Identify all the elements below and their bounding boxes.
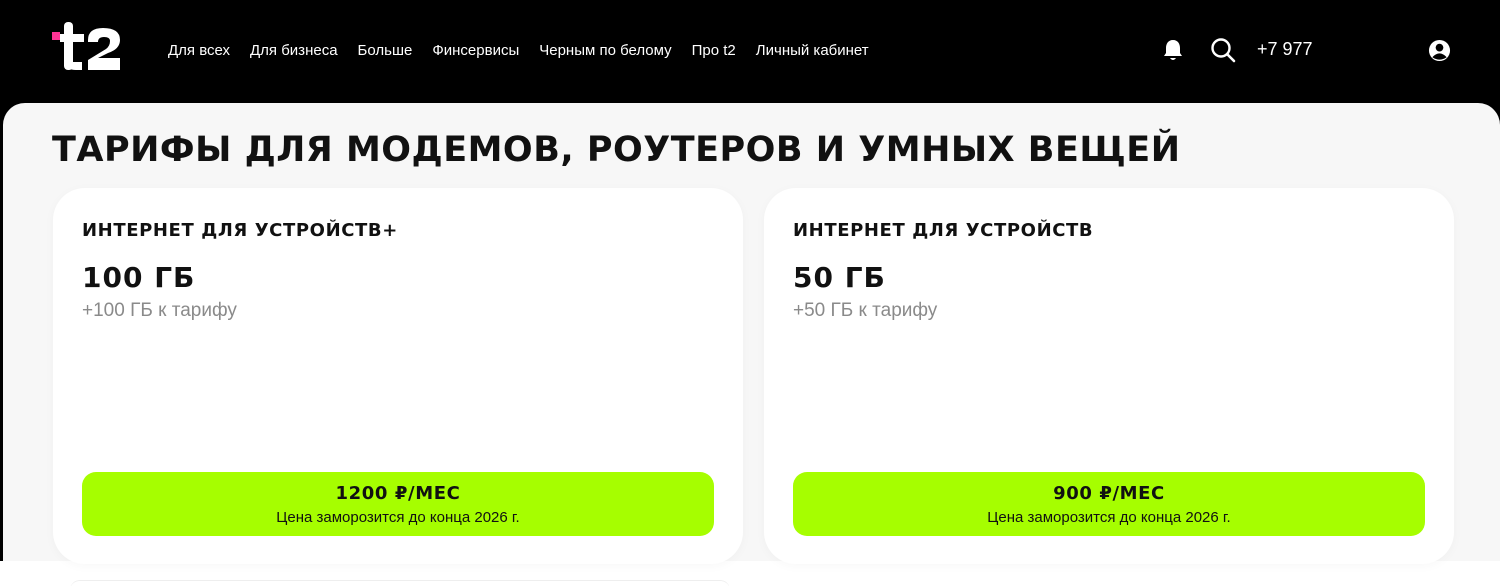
site-header: Для всех Для бизнеса Больше Финсервисы Ч…: [0, 0, 1500, 103]
bell-icon[interactable]: [1162, 38, 1184, 62]
nav-item-more[interactable]: Больше: [358, 42, 413, 59]
tariff-price: 900 ₽/МЕС: [1053, 483, 1165, 504]
nav-item-for-all[interactable]: Для всех: [168, 42, 230, 59]
tariff-subtitle: +100 ГБ к тарифу: [82, 300, 237, 321]
price-note: Цена заморозится до конца 2026 г.: [987, 509, 1231, 526]
main-nav: Для всех Для бизнеса Больше Финсервисы Ч…: [168, 40, 889, 60]
nav-item-black-on-white[interactable]: Черным по белому: [539, 42, 671, 59]
price-note: Цена заморозится до конца 2026 г.: [276, 509, 520, 526]
nav-item-business[interactable]: Для бизнеса: [250, 42, 338, 59]
tariff-volume: 100 ГБ: [82, 261, 196, 294]
phone-number[interactable]: +7 977: [1257, 39, 1313, 60]
nav-item-finservices[interactable]: Финсервисы: [432, 42, 519, 59]
next-card-edge: [70, 580, 730, 586]
tariff-title: ИНТЕРНЕТ ДЛЯ УСТРОЙСТВ: [793, 220, 1094, 241]
tariff-subtitle: +50 ГБ к тарифу: [793, 300, 938, 321]
tariff-card[interactable]: ИНТЕРНЕТ ДЛЯ УСТРОЙСТВ+ 100 ГБ +100 ГБ к…: [53, 188, 743, 564]
nav-item-about-t2[interactable]: Про t2: [692, 42, 736, 59]
tariff-volume: 50 ГБ: [793, 261, 886, 294]
user-icon[interactable]: [1428, 39, 1451, 62]
nav-item-personal-account[interactable]: Личный кабинет: [756, 42, 869, 59]
page-title: ТАРИФЫ ДЛЯ МОДЕМОВ, РОУТЕРОВ И УМНЫХ ВЕЩ…: [52, 130, 1181, 170]
search-icon[interactable]: [1210, 37, 1236, 63]
price-button[interactable]: 900 ₽/МЕС Цена заморозится до конца 2026…: [793, 472, 1425, 536]
tariff-title: ИНТЕРНЕТ ДЛЯ УСТРОЙСТВ+: [82, 220, 398, 241]
price-button[interactable]: 1200 ₽/МЕС Цена заморозится до конца 202…: [82, 472, 714, 536]
tariff-card[interactable]: ИНТЕРНЕТ ДЛЯ УСТРОЙСТВ 50 ГБ +50 ГБ к та…: [764, 188, 1454, 564]
t2-logo[interactable]: [52, 22, 124, 72]
tariff-price: 1200 ₽/МЕС: [335, 483, 461, 504]
